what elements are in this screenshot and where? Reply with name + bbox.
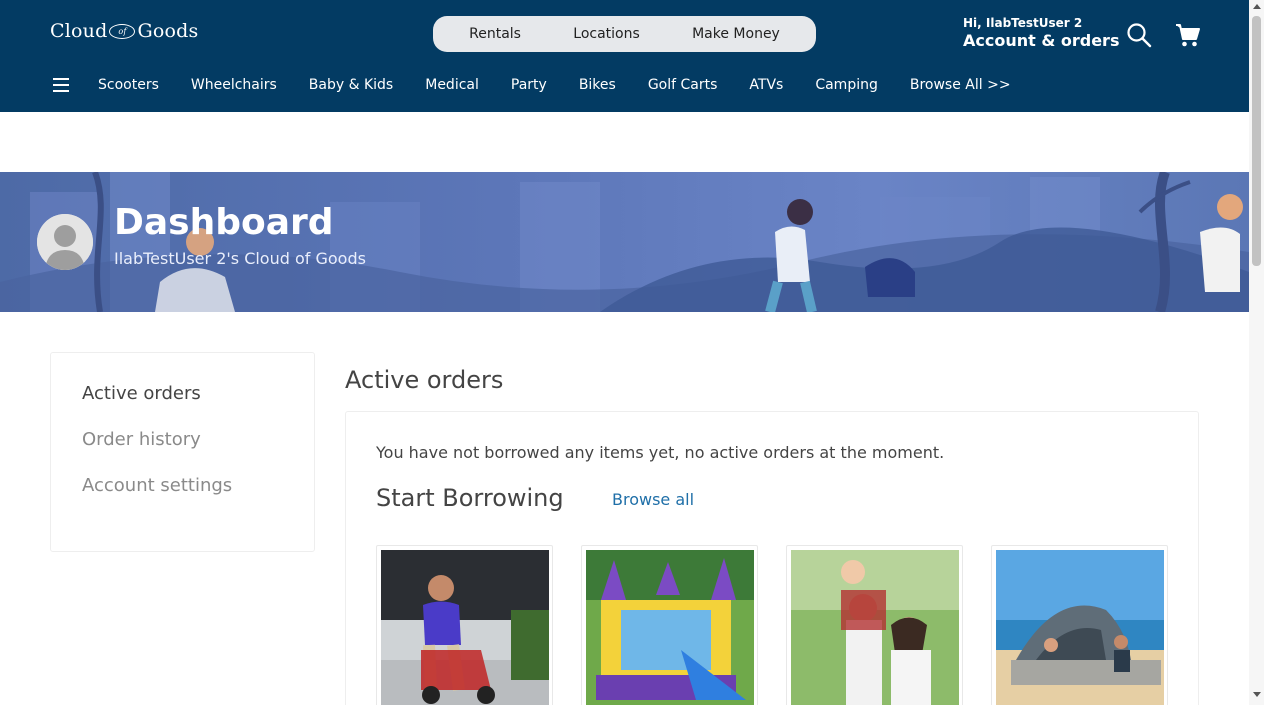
account-greeting: Hi, IlabTestUser 2	[963, 16, 1083, 30]
sidebar-item-order-history[interactable]: Order history	[82, 429, 314, 475]
logo-text-goods: Goods	[137, 20, 199, 42]
scroll-up-arrow-icon[interactable]	[1253, 4, 1261, 9]
hamburger-menu-icon[interactable]	[50, 74, 72, 96]
category-camping[interactable]: Camping	[815, 77, 878, 93]
dashboard-sidebar: Active orders Order history Account sett…	[50, 352, 315, 552]
page-subtitle: IlabTestUser 2's Cloud of Goods	[114, 249, 366, 268]
user-avatar-icon	[37, 214, 93, 270]
account-menu[interactable]: Hi, IlabTestUser 2 Account & orders	[963, 16, 1119, 50]
section-title: Active orders	[345, 366, 504, 394]
category-scooters[interactable]: Scooters	[98, 77, 159, 93]
logo-text-of: of	[109, 23, 136, 39]
dashboard-banner: Dashboard IlabTestUser 2's Cloud of Good…	[0, 172, 1249, 312]
category-atvs[interactable]: ATVs	[749, 77, 783, 93]
search-icon[interactable]	[1126, 22, 1152, 48]
sidebar-item-account-settings[interactable]: Account settings	[82, 475, 314, 521]
product-card-bounce-house[interactable]	[581, 545, 758, 705]
product-card-beach-tent[interactable]	[991, 545, 1168, 705]
page-scrollbar[interactable]	[1249, 0, 1264, 705]
category-party[interactable]: Party	[511, 77, 547, 93]
browse-all-link[interactable]: Browse all	[612, 490, 694, 509]
bounce-house-photo	[586, 550, 754, 705]
scrollbar-thumb[interactable]	[1252, 16, 1261, 266]
baby-carrier-hiking-photo	[791, 550, 959, 705]
nav-locations[interactable]: Locations	[573, 26, 640, 42]
empty-orders-message: You have not borrowed any items yet, no …	[376, 443, 945, 462]
nav-make-money[interactable]: Make Money	[692, 26, 780, 42]
category-wheelchairs[interactable]: Wheelchairs	[191, 77, 277, 93]
category-bikes[interactable]: Bikes	[579, 77, 616, 93]
category-golf-carts[interactable]: Golf Carts	[648, 77, 718, 93]
logo-text-cloud: Cloud	[50, 20, 108, 42]
site-header: Cloud of Goods Rentals Locations Make Mo…	[0, 0, 1249, 112]
nav-rentals[interactable]: Rentals	[469, 26, 521, 42]
cart-icon[interactable]	[1174, 21, 1202, 49]
active-orders-panel: You have not borrowed any items yet, no …	[345, 411, 1199, 705]
scroll-down-arrow-icon[interactable]	[1253, 692, 1261, 697]
primary-nav: Rentals Locations Make Money	[433, 16, 816, 52]
product-card-scooter[interactable]	[376, 545, 553, 705]
category-nav: Scooters Wheelchairs Baby & Kids Medical…	[50, 72, 1043, 98]
product-card-baby-carrier[interactable]	[786, 545, 963, 705]
page-title: Dashboard	[114, 202, 334, 243]
category-browse-all[interactable]: Browse All >>	[910, 77, 1011, 93]
sidebar-item-active-orders[interactable]: Active orders	[82, 383, 314, 429]
start-borrowing-heading: Start Borrowing	[376, 484, 564, 512]
beach-tent-photo	[996, 550, 1164, 705]
site-logo[interactable]: Cloud of Goods	[50, 20, 198, 42]
category-baby-kids[interactable]: Baby & Kids	[309, 77, 393, 93]
account-orders-link[interactable]: Account & orders	[963, 31, 1119, 50]
category-medical[interactable]: Medical	[425, 77, 479, 93]
mobility-scooter-photo	[381, 550, 549, 705]
